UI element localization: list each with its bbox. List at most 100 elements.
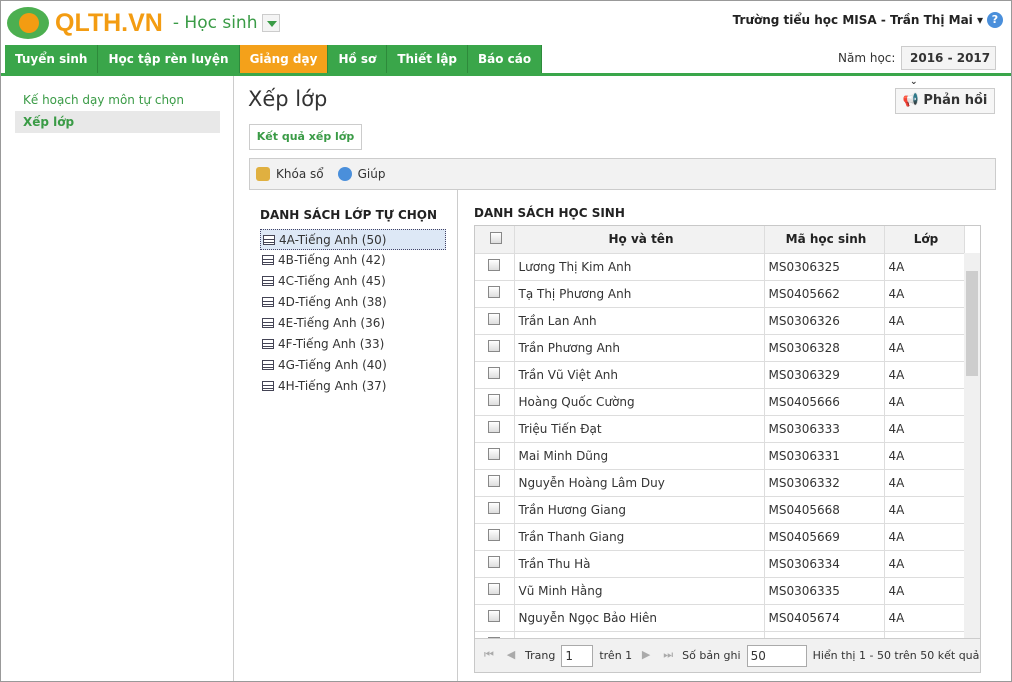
- help-button[interactable]: Giúp: [358, 167, 386, 181]
- tab-3[interactable]: Hồ sơ: [328, 45, 388, 73]
- row-checkbox[interactable]: [488, 367, 501, 379]
- row-checkbox[interactable]: [488, 313, 501, 325]
- class-item[interactable]: 4D-Tiếng Anh (38): [260, 292, 446, 313]
- help-icon[interactable]: ?: [987, 12, 1003, 28]
- lock-button[interactable]: Khóa sổ: [276, 167, 324, 181]
- row-checkbox[interactable]: [488, 448, 501, 460]
- logo[interactable]: QLTH.VN - Học sinh: [7, 7, 281, 39]
- table-row[interactable]: Trần Thanh Giang MS0405669 4A: [475, 523, 965, 551]
- col-name[interactable]: Họ và tên: [514, 226, 765, 254]
- row-checkbox[interactable]: [488, 394, 501, 406]
- feedback-label: Phản hồi: [923, 93, 988, 108]
- row-checkbox[interactable]: [488, 421, 501, 433]
- col-class[interactable]: Lớp: [884, 226, 965, 254]
- help-icon: [337, 167, 352, 181]
- cell: Mai Minh Dũng: [514, 442, 765, 470]
- table-row[interactable]: Trần Hương Giang MS0405668 4A: [475, 496, 965, 524]
- next-page-icon[interactable]: ▶: [638, 648, 654, 664]
- table-row[interactable]: Trần Lan Anh MS0306326 4A: [475, 307, 965, 335]
- class-label: 4G-Tiếng Anh (40): [278, 358, 387, 372]
- class-label: 4H-Tiếng Anh (37): [278, 379, 387, 393]
- page-title: Xếp lớp: [248, 87, 328, 111]
- table-row[interactable]: Trần Phương Anh MS0306328 4A: [475, 334, 965, 362]
- cell: Trần Lan Anh: [514, 307, 765, 335]
- last-page-icon[interactable]: ⏭: [660, 648, 676, 664]
- class-item[interactable]: 4F-Tiếng Anh (33): [260, 334, 446, 355]
- sidebar-item-ke-hoach[interactable]: Kế hoạch dạy môn tự chọn: [15, 89, 220, 111]
- table-row[interactable]: Trần Vũ Việt Anh MS0306329 4A: [475, 361, 965, 389]
- list-icon: [262, 360, 274, 370]
- row-checkbox[interactable]: [488, 286, 501, 298]
- year-select[interactable]: 2016 - 2017 ⌄: [901, 46, 996, 87]
- table-row[interactable]: Lương Thị Kim Anh MS0306325 4A: [475, 253, 965, 281]
- table-row[interactable]: Nguyễn Ngọc Bảo Hiên MS0405674 4A: [475, 604, 965, 632]
- tab-2[interactable]: Giảng dạy: [239, 45, 329, 73]
- page-total: trên 1: [599, 649, 633, 662]
- list-icon: [262, 276, 274, 286]
- row-checkbox[interactable]: [488, 556, 501, 568]
- row-check-cell: [475, 496, 515, 524]
- tab-1[interactable]: Học tập rèn luyện: [98, 45, 240, 73]
- first-page-icon[interactable]: ⏮: [481, 648, 497, 664]
- row-check-cell: [475, 604, 515, 632]
- prev-page-icon[interactable]: ◀: [503, 648, 519, 664]
- select-all-checkbox[interactable]: [490, 231, 503, 244]
- cell: MS0306333: [764, 415, 885, 443]
- row-checkbox[interactable]: [488, 610, 501, 622]
- feedback-button[interactable]: 📢 Phản hồi: [895, 88, 995, 114]
- page-size-select[interactable]: 50: [746, 644, 807, 667]
- class-item[interactable]: 4C-Tiếng Anh (45): [260, 271, 446, 292]
- class-item[interactable]: 4A-Tiếng Anh (50): [260, 229, 446, 250]
- sidebar-item-xep-lop[interactable]: Xếp lớp: [15, 111, 220, 133]
- lock-icon: [256, 167, 270, 181]
- cell: MS0306334: [764, 550, 885, 578]
- logo-icon: [7, 7, 49, 39]
- row-check-cell: [475, 469, 515, 497]
- tab-0[interactable]: Tuyển sinh: [5, 45, 99, 73]
- row-checkbox[interactable]: [488, 529, 501, 541]
- table-row[interactable]: Mai Minh Dũng MS0306331 4A: [475, 442, 965, 470]
- class-item[interactable]: 4G-Tiếng Anh (40): [260, 355, 446, 376]
- tab-5[interactable]: Báo cáo: [468, 45, 543, 73]
- table-row[interactable]: Trần Thu Hà MS0306334 4A: [475, 550, 965, 578]
- class-item[interactable]: 4E-Tiếng Anh (36): [260, 313, 446, 334]
- result-button[interactable]: Kết quả xếp lớp: [249, 124, 362, 150]
- cell: 4A: [884, 280, 965, 308]
- table-row[interactable]: Triệu Tiến Đạt MS0306333 4A: [475, 415, 965, 443]
- table-row[interactable]: Hoàng Quốc Cường MS0405666 4A: [475, 388, 965, 416]
- class-item[interactable]: 4H-Tiếng Anh (37): [260, 376, 446, 397]
- row-check-cell: [475, 442, 515, 470]
- cell: 4A: [884, 496, 965, 524]
- row-checkbox[interactable]: [488, 259, 501, 271]
- col-code[interactable]: Mã học sinh: [764, 226, 885, 254]
- row-checkbox[interactable]: [488, 583, 501, 595]
- cell: 4A: [884, 577, 965, 605]
- cell: Hoàng Quốc Cường: [514, 388, 765, 416]
- row-checkbox[interactable]: [488, 340, 501, 352]
- table-row[interactable]: Nguyễn Hoàng Lâm Duy MS0306332 4A: [475, 469, 965, 497]
- cell: MS0306335: [764, 577, 885, 605]
- class-item[interactable]: 4B-Tiếng Anh (42): [260, 250, 446, 271]
- row-check-cell: [475, 388, 515, 416]
- scrollbar-thumb[interactable]: [966, 271, 978, 376]
- cell: Nguyễn Ngọc Bảo Hiên: [514, 604, 765, 632]
- row-checkbox[interactable]: [488, 475, 501, 487]
- table-row[interactable]: Vũ Minh Hằng MS0306335 4A: [475, 577, 965, 605]
- brand: QLTH.VN: [55, 8, 163, 37]
- table-row[interactable]: Tạ Thị Phương Anh MS0405662 4A: [475, 280, 965, 308]
- class-label: 4C-Tiếng Anh (45): [278, 274, 386, 288]
- year-value: 2016 - 2017: [910, 51, 991, 65]
- cell: MS0306328: [764, 334, 885, 362]
- cell: 4A: [884, 307, 965, 335]
- page-input[interactable]: 1: [561, 644, 594, 667]
- row-checkbox[interactable]: [488, 502, 501, 514]
- tab-4[interactable]: Thiết lập: [387, 45, 469, 73]
- row-check-cell: [475, 550, 515, 578]
- cell: Tạ Thị Phương Anh: [514, 280, 765, 308]
- scrollbar[interactable]: [964, 253, 980, 639]
- panel-divider: [457, 190, 458, 681]
- user-menu[interactable]: Trường tiểu học MISA - Trần Thị Mai ▾: [733, 13, 983, 27]
- module-dropdown[interactable]: [262, 14, 281, 32]
- cell: 4A: [884, 334, 965, 362]
- list-icon: [262, 339, 274, 349]
